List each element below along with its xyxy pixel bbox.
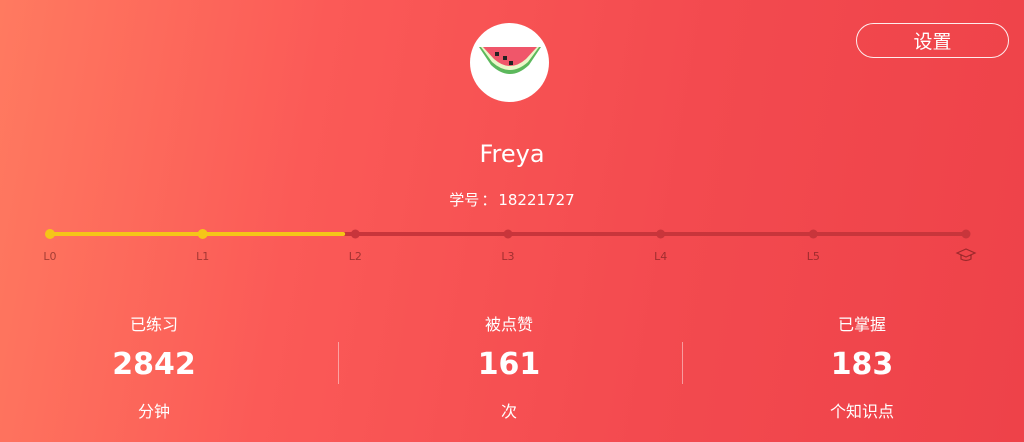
level-node-l5	[808, 229, 818, 239]
avatar[interactable]	[470, 23, 549, 102]
graduation-cap-icon	[955, 248, 977, 262]
stat-divider	[338, 342, 339, 384]
stat-value: 2842	[112, 347, 196, 382]
username: Freya	[479, 140, 545, 168]
level-node-l3	[503, 229, 513, 239]
level-label-l4: L4	[654, 250, 668, 263]
level-label-l0: L0	[43, 250, 57, 263]
level-label-l1: L1	[196, 250, 210, 263]
stat-title: 被点赞	[484, 315, 533, 334]
stat-unit: 次	[500, 402, 517, 421]
watermelon-icon	[478, 46, 541, 74]
stat-unit: 个知识点	[829, 402, 894, 421]
settings-button[interactable]: 设置	[856, 23, 1009, 58]
stat-value: 183	[830, 347, 894, 382]
level-node-l0	[45, 229, 55, 239]
level-node-end	[961, 229, 971, 239]
level-node-l2	[350, 229, 360, 239]
student-id-value: 18221727	[498, 191, 575, 209]
level-label-l5: L5	[806, 250, 820, 263]
level-node-l4	[656, 229, 666, 239]
student-id-label: 学号	[449, 191, 480, 209]
level-label-l3: L3	[501, 250, 515, 263]
level-label-l2: L2	[348, 250, 362, 263]
student-id-separator: ：	[481, 191, 497, 209]
stat-title: 已练习	[129, 315, 178, 334]
stat-value: 161	[477, 347, 541, 382]
stat-liked: 被点赞 161 次	[409, 311, 609, 422]
profile-panel: 设置 Freya 学号： 18221727 L0 L1 L2 L3 L4 L5 已练习 28…	[0, 0, 1024, 442]
stat-title: 已掌握	[837, 315, 886, 334]
stat-divider	[682, 342, 683, 384]
student-id: 学号： 18221727	[0, 189, 1024, 210]
stat-mastered: 已掌握 183 个知识点	[762, 311, 962, 422]
stat-unit: 分钟	[137, 402, 170, 421]
stat-practiced: 已练习 2842 分钟	[54, 311, 254, 422]
level-node-l1	[197, 229, 208, 239]
settings-label: 设置	[913, 31, 952, 53]
